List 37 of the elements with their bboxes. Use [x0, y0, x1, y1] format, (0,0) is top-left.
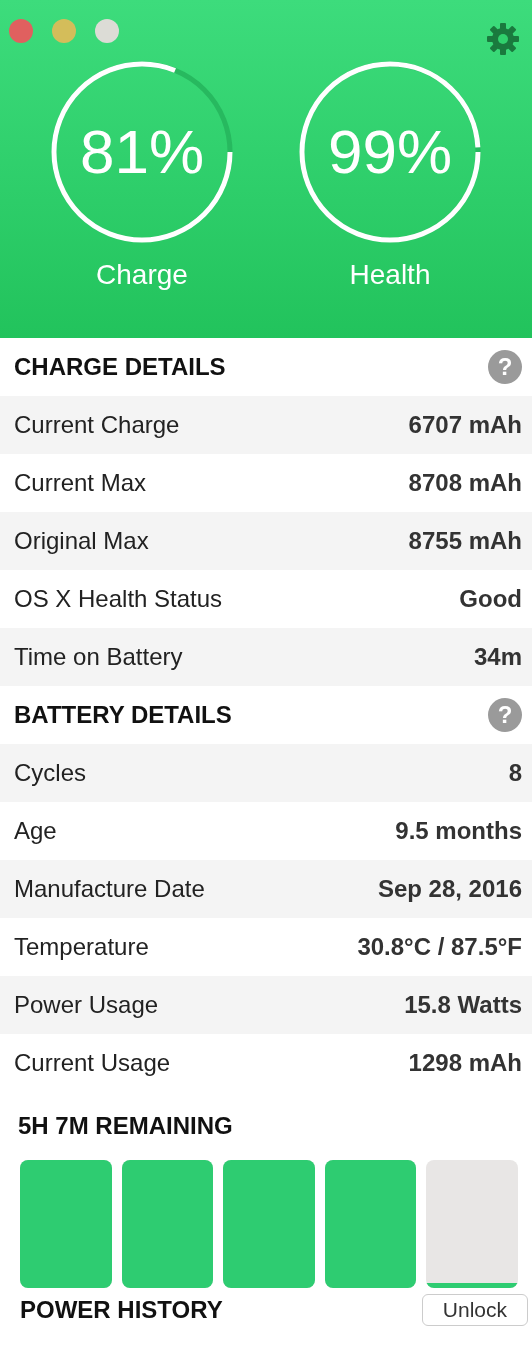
help-icon[interactable]: ? [488, 350, 522, 384]
row-label: Manufacture Date [14, 875, 205, 903]
row-label: Current Max [14, 469, 147, 497]
window-control[interactable] [95, 19, 119, 43]
help-icon[interactable]: ? [488, 698, 522, 732]
row-label: Current Usage [14, 1049, 171, 1077]
section-title: POWER HISTORY [20, 1296, 223, 1324]
section-title: 5H 7M REMAINING [18, 1112, 233, 1139]
row-value: 30.8°C / 87.5°F [357, 933, 522, 961]
row-label: Original Max [14, 527, 149, 555]
row-label: Current Charge [14, 411, 180, 439]
gauge-label: Health [349, 259, 431, 291]
settings-icon[interactable] [486, 22, 520, 56]
row-value: 15.8 Watts [404, 991, 522, 1019]
row-value: 8 [508, 759, 522, 787]
row-value: Good [459, 585, 522, 613]
row-value: Sep 28, 2016 [377, 875, 522, 903]
row-value: 8708 mAh [408, 469, 522, 497]
row-value: 1298 mAh [408, 1049, 522, 1077]
row-label: Age [14, 817, 57, 845]
row-value: 34m [473, 643, 522, 671]
unlock-button[interactable]: Unlock [421, 1294, 528, 1326]
row-value: 8755 mAh [408, 527, 522, 555]
gauge-value: 99% [326, 119, 454, 185]
row-label: Time on Battery [14, 643, 183, 671]
section-title: BATTERY DETAILS [14, 701, 232, 729]
window-control[interactable] [52, 19, 76, 43]
row-label: Cycles [14, 759, 86, 787]
window-control[interactable] [9, 19, 33, 43]
row-label: Temperature [14, 933, 149, 961]
row-label: Power Usage [14, 991, 159, 1019]
gauge-value: 81% [78, 119, 206, 185]
row-label: OS X Health Status [14, 585, 223, 613]
section-title: CHARGE DETAILS [14, 353, 226, 381]
row-value: 9.5 months [395, 817, 522, 845]
row-value: 6707 mAh [408, 411, 522, 439]
gauge-label: Charge [96, 259, 188, 291]
